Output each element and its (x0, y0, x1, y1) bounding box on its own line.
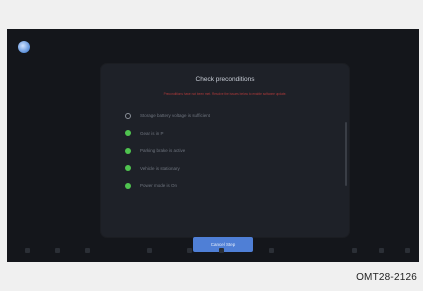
precondition-item: Power mode is On (125, 177, 325, 195)
media-icon[interactable] (147, 248, 152, 253)
bottom-dock (7, 240, 419, 262)
precondition-label: Power mode is On (140, 183, 178, 189)
precondition-list: Storage battery voltage is sufficient Ge… (125, 107, 325, 195)
precondition-label: Parking brake is active (140, 148, 186, 154)
settings-icon[interactable] (352, 248, 357, 253)
precondition-item: Parking brake is active (125, 142, 325, 160)
brand-logo-icon (18, 41, 30, 53)
precondition-item: Storage battery voltage is sufficient (125, 107, 325, 125)
fan-icon[interactable] (187, 248, 192, 253)
check-ok-icon (125, 147, 131, 154)
figure-caption: OMT28-2126 (356, 272, 417, 283)
pending-circle-icon (125, 112, 131, 119)
temperature-icon[interactable] (219, 248, 224, 253)
check-ok-icon (125, 182, 131, 189)
precondition-label: Storage battery voltage is sufficient (140, 113, 210, 119)
phone-icon[interactable] (85, 248, 90, 253)
check-ok-icon (125, 130, 131, 137)
volume-icon[interactable] (379, 248, 384, 253)
dialog-title: Check preconditions (195, 76, 255, 83)
precondition-label: Gear is in P (140, 130, 164, 136)
dialog-scrollbar[interactable] (345, 122, 347, 186)
grid-icon[interactable] (55, 248, 60, 253)
profile-icon[interactable] (405, 248, 410, 253)
preconditions-dialog: Check preconditions Preconditions have n… (101, 64, 349, 252)
home-icon[interactable] (25, 248, 30, 253)
infotainment-screen: Check preconditions Preconditions have n… (7, 29, 419, 262)
check-ok-icon (125, 165, 131, 172)
seat-icon[interactable] (269, 248, 274, 253)
dialog-warning: Preconditions have not been met. Resolve… (163, 92, 287, 96)
precondition-label: Vehicle is stationary (140, 165, 180, 171)
precondition-item: Vehicle is stationary (125, 160, 325, 178)
precondition-item: Gear is in P (125, 125, 325, 143)
